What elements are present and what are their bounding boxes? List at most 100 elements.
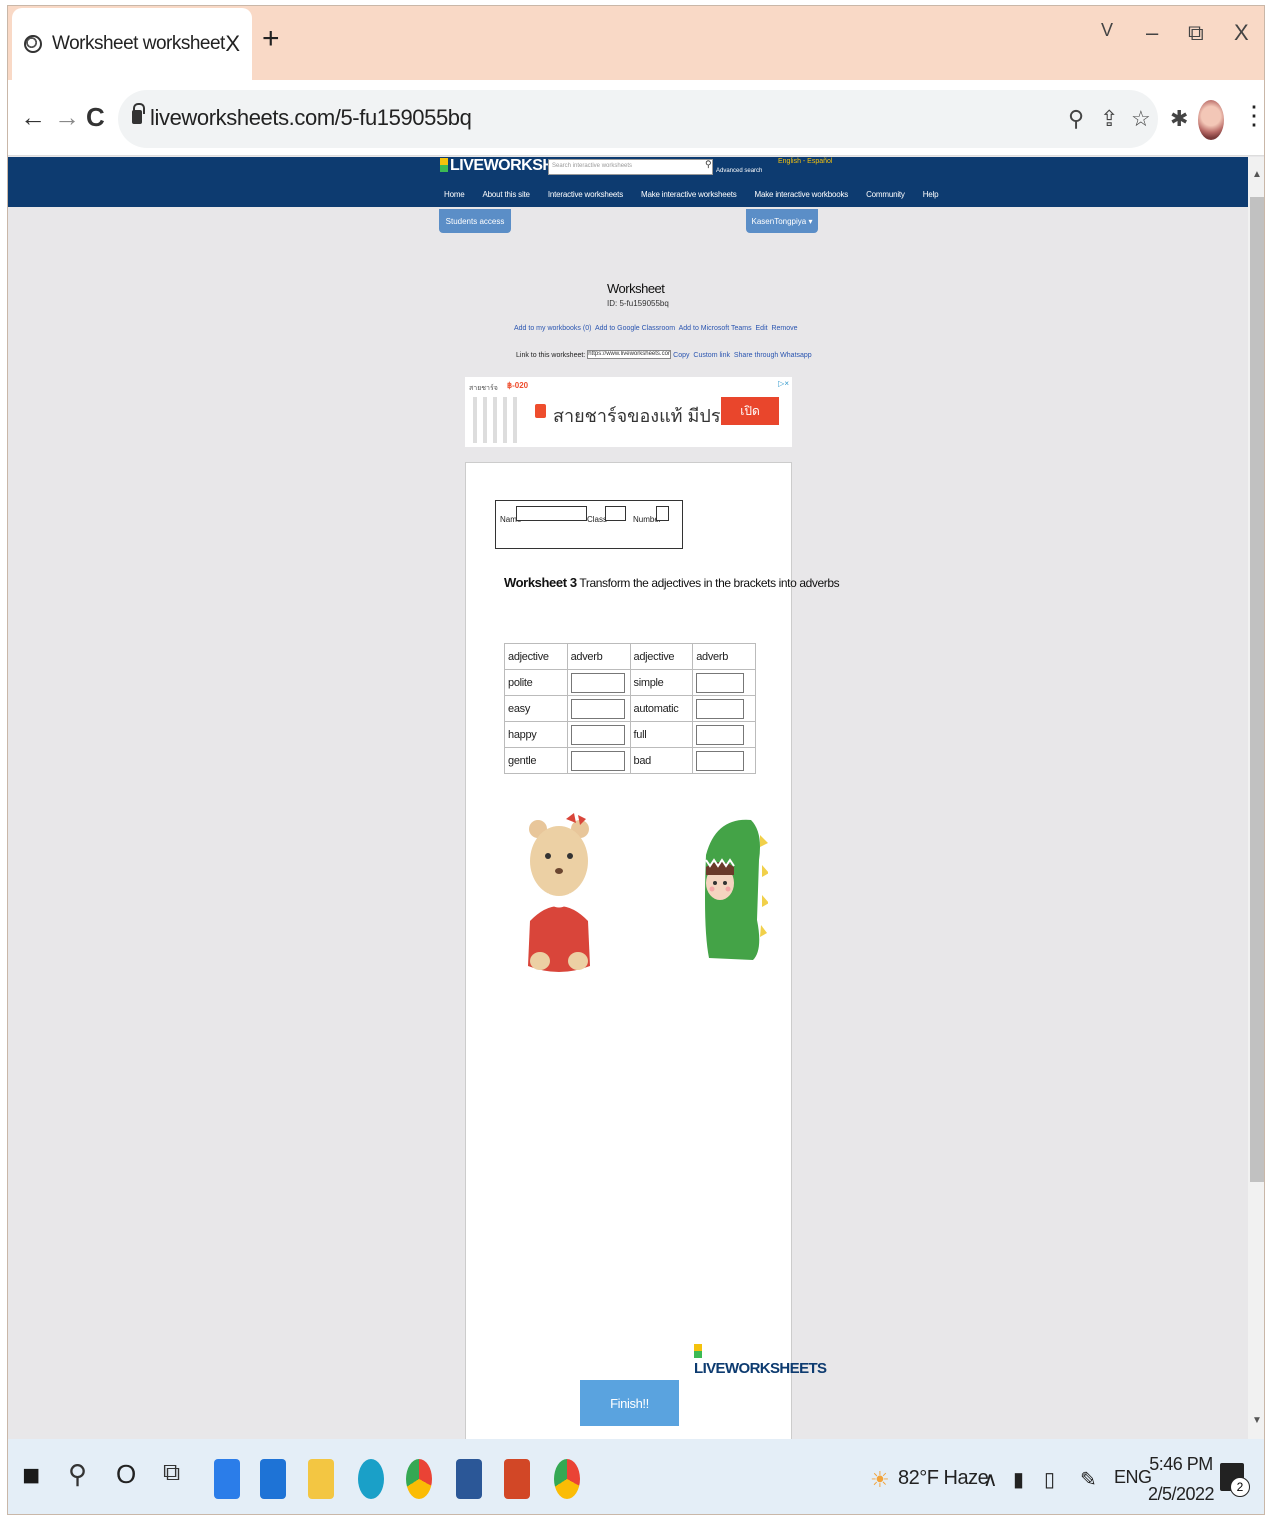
weather-icon[interactable]: ☀ <box>870 1467 890 1493</box>
link-field[interactable]: https://www.liveworksheets.com/5-fu15905 <box>587 350 672 359</box>
adverb-input[interactable] <box>696 672 745 693</box>
reload-button[interactable]: C <box>86 102 105 133</box>
tab-close-button[interactable]: X <box>225 31 240 57</box>
address-bar[interactable]: liveworksheets.com/5-fu159055bq ⚲ ⇪ ☆ <box>118 90 1158 148</box>
table-row: polite simple <box>504 669 756 696</box>
adjective-cell: simple <box>629 669 694 696</box>
tray-overflow-icon[interactable]: ∧ <box>983 1467 998 1492</box>
powerpoint-icon[interactable] <box>504 1459 530 1499</box>
ad-open-button[interactable]: เปิด <box>721 397 779 425</box>
menu-kebab-icon[interactable]: ⋮ <box>1241 100 1264 131</box>
share-icon[interactable]: ⇪ <box>1100 106 1118 132</box>
close-window-button[interactable]: X <box>1234 20 1249 46</box>
logo-mark-icon <box>694 1344 702 1358</box>
custom-link[interactable]: Custom link <box>693 352 730 359</box>
globe-icon <box>24 35 42 53</box>
menu-item-community[interactable]: Community <box>866 190 905 199</box>
menu-item-make-worksheets[interactable]: Make interactive worksheets <box>641 190 737 199</box>
network-icon[interactable]: ▯ <box>1044 1467 1055 1492</box>
add-to-google-classroom-link[interactable]: Add to Google Classroom <box>595 325 675 332</box>
word-icon[interactable] <box>456 1459 482 1499</box>
adverb-cell <box>692 747 756 774</box>
chrome-profile-icon[interactable] <box>406 1459 432 1499</box>
battery-icon[interactable]: ▮ <box>1013 1467 1024 1492</box>
adverb-input[interactable] <box>696 750 745 771</box>
notification-center-icon[interactable]: 2 <box>1220 1463 1250 1497</box>
tab-worksheet[interactable]: Worksheet worksheet X <box>12 8 252 80</box>
task-view-icon[interactable]: ⧉ <box>163 1459 180 1487</box>
start-windows-icon[interactable]: ■ <box>22 1459 40 1493</box>
scroll-down-arrow-icon[interactable]: ▼ <box>1252 1415 1262 1426</box>
back-button[interactable]: ← <box>20 102 46 133</box>
adverb-table: adjective adverb adjective adverb polite… <box>504 643 756 774</box>
worksheet-link-row: Link to this worksheet: https://www.live… <box>516 350 812 359</box>
adverb-input[interactable] <box>570 672 625 693</box>
site-header: LIVEWORKSHEETS Search interactive worksh… <box>8 157 1248 207</box>
adverb-input[interactable] <box>696 698 745 719</box>
adverb-input[interactable] <box>570 750 625 771</box>
edit-link[interactable]: Edit <box>756 325 768 332</box>
menu-item-interactive-worksheets[interactable]: Interactive worksheets <box>548 190 623 199</box>
class-label: Class <box>587 515 608 524</box>
zoom-icon[interactable]: ⚲ <box>1068 106 1084 132</box>
url-text[interactable]: liveworksheets.com/5-fu159055bq <box>150 105 472 131</box>
ad-price: ฿-020 <box>507 381 529 390</box>
adverb-input[interactable] <box>696 724 745 745</box>
name-field[interactable] <box>516 506 587 521</box>
ad-product-image <box>473 397 523 443</box>
adverb-input[interactable] <box>570 698 625 719</box>
menu-item-about[interactable]: About this site <box>483 190 530 199</box>
taskbar-clock[interactable]: 5:46 PM 2/5/2022 <box>1148 1449 1215 1509</box>
bookmark-star-icon[interactable]: ☆ <box>1131 106 1151 132</box>
app-l-icon[interactable] <box>260 1459 286 1499</box>
minimize-button[interactable]: – <box>1146 20 1158 46</box>
number-field[interactable] <box>656 506 669 521</box>
adverb-cell <box>692 669 756 696</box>
adchoices-icon[interactable]: ▷× <box>778 379 789 388</box>
new-tab-button[interactable]: + <box>262 22 280 56</box>
footer-logo: LIVEWORKSHEETS <box>694 1343 827 1377</box>
site-search-input[interactable]: Search interactive worksheets <box>548 159 713 175</box>
class-field[interactable] <box>605 506 626 521</box>
cortana-icon[interactable]: O <box>116 1459 136 1490</box>
students-access-button[interactable]: Students access <box>439 209 511 233</box>
profile-avatar[interactable] <box>1198 100 1224 140</box>
weather-text[interactable]: 82°F Haze <box>898 1467 989 1490</box>
browser-window: Worksheet worksheet X + V – ⧉ X ← → C li… <box>7 5 1265 1515</box>
notification-count-badge: 2 <box>1230 1477 1250 1497</box>
user-menu-button[interactable]: KasenTongpiya ▾ <box>746 209 818 233</box>
logo-mark-icon <box>440 158 448 172</box>
language-indicator[interactable]: ENG <box>1114 1467 1152 1488</box>
language-links[interactable]: English - Español <box>778 158 832 165</box>
edge-icon[interactable] <box>358 1459 384 1499</box>
chrome-active-icon[interactable] <box>554 1459 580 1499</box>
copy-link[interactable]: Copy <box>673 352 689 359</box>
pen-icon[interactable]: ✎ <box>1080 1467 1097 1492</box>
forward-button[interactable]: → <box>54 102 80 133</box>
file-explorer-icon[interactable] <box>308 1459 334 1499</box>
menu-item-home[interactable]: Home <box>444 190 465 199</box>
adverb-input[interactable] <box>570 724 625 745</box>
instruction-text: Transform the adjectives in the brackets… <box>579 576 840 590</box>
menu-item-help[interactable]: Help <box>923 190 939 199</box>
extensions-icon[interactable]: ✱ <box>1170 106 1188 132</box>
vertical-scrollbar[interactable]: ▲ ▼ <box>1248 157 1264 1439</box>
search-icon[interactable]: ⚲ <box>705 159 712 170</box>
adverb-cell <box>692 695 756 722</box>
restore-button[interactable]: ⧉ <box>1188 20 1204 46</box>
whatsapp-share-link[interactable]: Share through Whatsapp <box>734 352 812 359</box>
advanced-search-link[interactable]: Advanced search <box>716 168 762 174</box>
mail-icon[interactable] <box>214 1459 240 1499</box>
search-icon[interactable]: ⚲ <box>68 1459 87 1490</box>
add-to-workbooks-link[interactable]: Add to my workbooks (0) <box>514 325 591 332</box>
student-info-box: Name Class Number <box>495 500 683 549</box>
menu-item-make-workbooks[interactable]: Make interactive workbooks <box>755 190 849 199</box>
scrollbar-thumb[interactable] <box>1250 197 1264 1182</box>
remove-link[interactable]: Remove <box>771 325 797 332</box>
scroll-up-arrow-icon[interactable]: ▲ <box>1252 169 1262 180</box>
finish-button[interactable]: Finish!! <box>580 1380 679 1426</box>
add-to-teams-link[interactable]: Add to Microsoft Teams <box>679 325 752 332</box>
site-menu: Home About this site Interactive workshe… <box>444 190 956 199</box>
tab-search-button[interactable]: V <box>1101 20 1113 41</box>
advertisement[interactable]: สายชาร์จ ฿-020 สายชาร์จของแท้ มีประกัน เ… <box>465 377 792 447</box>
